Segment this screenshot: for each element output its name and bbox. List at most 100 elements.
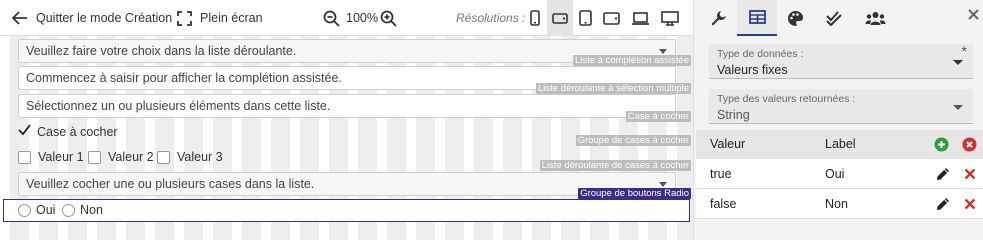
widget-type-tag: Liste déroulante à sélection multiple — [535, 83, 691, 94]
multiselect-list[interactable]: Sélectionnez un ou plusieurs éléments da… — [18, 94, 676, 118]
radio-option-label: Oui — [36, 203, 56, 217]
laptop-icon — [631, 11, 649, 25]
data-type-select[interactable]: Type de données : Valeurs fixes * — [709, 43, 973, 79]
checkbox-box[interactable] — [88, 150, 101, 164]
autocomplete-placeholder: Commencez à saisir pour afficher la comp… — [26, 71, 342, 85]
chevron-down-icon — [953, 105, 963, 110]
widget-type-tag: Liste à complétion assistée — [572, 55, 691, 66]
device-desktop-button[interactable] — [657, 0, 683, 36]
properties-panel: Type de données : Valeurs fixes * Type d… — [693, 0, 983, 240]
device-laptop-button[interactable] — [627, 0, 653, 36]
data-type-value: Valeurs fixes — [717, 63, 788, 77]
widget-type-tag: Groupe de cases à cocher — [575, 135, 691, 146]
zoom-level: 100% — [346, 0, 378, 36]
table-row: false Non — [696, 189, 983, 219]
return-type-select[interactable]: Type des valeurs retournées : String — [709, 89, 973, 124]
radio-group-widget[interactable] — [3, 199, 690, 222]
close-icon — [968, 9, 979, 20]
fullscreen-icon — [177, 10, 192, 26]
tablet-portrait-icon — [578, 10, 592, 26]
zoom-out-button[interactable] — [323, 0, 340, 36]
pencil-icon — [937, 198, 949, 210]
checkbox-checked-icon — [18, 124, 31, 139]
row-label: Oui — [825, 167, 845, 181]
device-tablet-portrait-button[interactable] — [572, 0, 598, 36]
values-table-header: Valeur Label — [696, 130, 983, 159]
tab-data[interactable] — [737, 0, 777, 36]
double-check-icon — [826, 10, 842, 26]
add-row-button[interactable] — [934, 137, 949, 152]
desktop-icon — [661, 10, 679, 26]
delete-row-button[interactable] — [963, 167, 976, 180]
tab-style[interactable] — [775, 0, 815, 36]
resolutions-label: Résolutions : — [456, 11, 526, 25]
radio-option-label: Non — [80, 203, 103, 217]
device-phone-portrait-button[interactable] — [522, 0, 548, 36]
design-canvas: Veuillez faire votre choix dans la liste… — [0, 36, 693, 240]
phone-landscape-icon — [552, 12, 568, 24]
checkbox-box[interactable] — [18, 150, 31, 164]
pencil-icon — [937, 168, 949, 180]
zoom-in-button[interactable] — [380, 0, 397, 36]
checkbox-group-option[interactable]: Valeur 1 — [18, 150, 84, 164]
arrow-left-icon — [12, 11, 28, 25]
chevron-down-icon — [659, 49, 667, 54]
checkbox-option-label: Valeur 2 — [108, 150, 154, 164]
radio-circle[interactable] — [18, 203, 31, 217]
multiselect-placeholder: Sélectionnez un ou plusieurs éléments da… — [26, 99, 331, 113]
tab-permissions[interactable] — [855, 0, 895, 36]
fullscreen-button[interactable]: Plein écran — [177, 0, 263, 36]
multiselect-widget[interactable]: Sélectionnez un ou plusieurs éléments da… — [3, 94, 690, 120]
column-header-value: Valeur — [710, 137, 746, 151]
checkbox-option-label: Valeur 3 — [177, 150, 223, 164]
clear-rows-button[interactable] — [962, 137, 977, 152]
edit-row-button[interactable] — [935, 166, 951, 182]
checkbox-group-option[interactable]: Valeur 3 — [157, 150, 223, 164]
delete-x-icon — [964, 198, 975, 209]
zoom-in-icon — [380, 10, 397, 27]
tab-validation[interactable] — [814, 0, 854, 36]
chevron-down-icon — [953, 60, 963, 65]
return-type-label: Type des valeurs retournées : — [717, 93, 856, 105]
row-label: Non — [825, 197, 848, 211]
checkbox-dropdown-placeholder: Veuillez cocher une ou plusieurs cases d… — [26, 177, 315, 191]
row-value: false — [710, 197, 737, 211]
device-tablet-landscape-button[interactable] — [598, 0, 624, 36]
device-phone-landscape-button[interactable] — [547, 0, 573, 36]
return-type-value: String — [717, 108, 750, 122]
users-icon — [865, 11, 885, 25]
edit-row-button[interactable] — [935, 196, 951, 212]
row-value: true — [710, 167, 732, 181]
required-asterisk: * — [961, 43, 967, 59]
radio-circle[interactable] — [62, 203, 75, 217]
data-type-label: Type de données : — [717, 48, 804, 60]
checkbox-option-label: Valeur 1 — [38, 150, 84, 164]
quit-design-mode-label: Quitter le mode Création — [36, 11, 173, 25]
designer-toolbar: Quitter le mode Création Plein écran 100… — [0, 0, 693, 36]
widget-type-tag: Liste déroulante de cases à cocher — [539, 160, 691, 171]
remove-circle-icon — [962, 137, 977, 152]
zoom-out-icon — [323, 10, 340, 27]
widget-type-tag: Case à cocher — [625, 111, 691, 122]
radio-option[interactable]: Non — [62, 203, 103, 217]
add-circle-icon — [934, 137, 949, 152]
dropdown-placeholder: Veuillez faire votre choix dans la liste… — [26, 44, 297, 58]
table-row: true Oui — [696, 159, 983, 189]
palette-icon — [787, 10, 803, 26]
tablet-landscape-icon — [602, 11, 620, 25]
fullscreen-label: Plein écran — [200, 11, 263, 25]
radio-option[interactable]: Oui — [18, 203, 55, 217]
close-panel-button[interactable] — [968, 4, 979, 25]
checkbox-box[interactable] — [157, 150, 170, 164]
column-header-label: Label — [825, 137, 856, 151]
quit-design-mode-button[interactable]: Quitter le mode Création — [12, 0, 172, 36]
checkbox-group-option[interactable]: Valeur 2 — [88, 150, 154, 164]
widget-type-tag-selected: Groupe de boutons Radio — [578, 188, 691, 199]
chevron-down-icon — [659, 182, 667, 187]
delete-x-icon — [964, 168, 975, 179]
wrench-icon — [711, 10, 726, 25]
delete-row-button[interactable] — [963, 197, 976, 210]
tab-general[interactable] — [698, 0, 738, 36]
phone-portrait-icon — [530, 10, 540, 26]
single-checkbox[interactable]: Case à cocher — [18, 124, 118, 139]
